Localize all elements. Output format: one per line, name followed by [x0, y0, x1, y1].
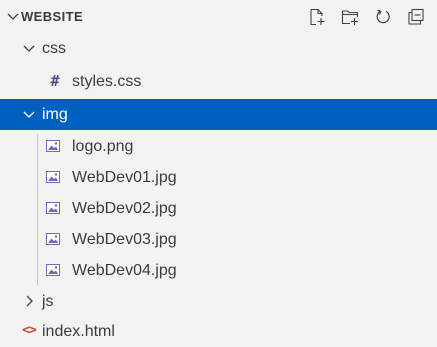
- tree-file-webdev04-jpg[interactable]: WebDev04.jpg: [0, 255, 437, 286]
- tree-item-label: WebDev04.jpg: [72, 262, 177, 279]
- new-folder-icon: [341, 10, 359, 25]
- explorer-title: WEBSITE: [21, 9, 84, 24]
- new-file-icon: [310, 8, 325, 26]
- image-file-icon: [44, 230, 62, 248]
- tree-file-styles-css[interactable]: # styles.css: [0, 66, 437, 97]
- refresh-button[interactable]: [371, 5, 395, 29]
- image-file-icon: [44, 168, 62, 186]
- chevron-down-icon: [23, 45, 35, 52]
- tree-item-label: WebDev02.jpg: [72, 200, 177, 217]
- tree-file-webdev02-jpg[interactable]: WebDev02.jpg: [0, 193, 437, 224]
- tree-folder-js[interactable]: js: [0, 286, 437, 317]
- collapse-all-icon: [408, 8, 424, 25]
- image-file-icon: [44, 199, 62, 217]
- new-folder-button[interactable]: [338, 5, 362, 29]
- chevron-down-icon: [23, 111, 35, 118]
- css-hash-icon: #: [50, 72, 60, 90]
- tree-file-webdev03-jpg[interactable]: WebDev03.jpg: [0, 224, 437, 255]
- tree-item-label: styles.css: [72, 73, 142, 90]
- tree-file-logo-png[interactable]: logo.png: [0, 131, 437, 162]
- tree-item-label: WebDev01.jpg: [72, 169, 177, 186]
- tree-item-label: img: [42, 106, 68, 123]
- explorer-section-header[interactable]: WEBSITE: [0, 0, 437, 33]
- tree-item-label: index.html: [42, 323, 115, 340]
- explorer-actions: [305, 5, 431, 29]
- chevron-right-icon: [26, 295, 33, 307]
- refresh-icon: [376, 9, 390, 24]
- tree-item-label: logo.png: [72, 138, 134, 155]
- tree-file-webdev01-jpg[interactable]: WebDev01.jpg: [0, 162, 437, 193]
- tree-item-label: WebDev03.jpg: [72, 231, 177, 248]
- tree-item-label: js: [42, 293, 54, 310]
- file-explorer: WEBSITE css # styles.css img logo.png We…: [0, 0, 437, 345]
- image-file-icon: [44, 137, 62, 155]
- tree-item-label: css: [42, 40, 66, 57]
- tree-file-index-html[interactable]: <> index.html: [0, 316, 437, 347]
- tree-folder-img[interactable]: img: [0, 99, 437, 130]
- collapse-all-button[interactable]: [404, 5, 428, 29]
- image-file-icon: [44, 261, 62, 279]
- tree-folder-css[interactable]: css: [0, 33, 437, 64]
- html-brackets-icon: <>: [22, 323, 37, 338]
- chevron-down-icon[interactable]: [5, 8, 21, 24]
- new-file-button[interactable]: [305, 5, 329, 29]
